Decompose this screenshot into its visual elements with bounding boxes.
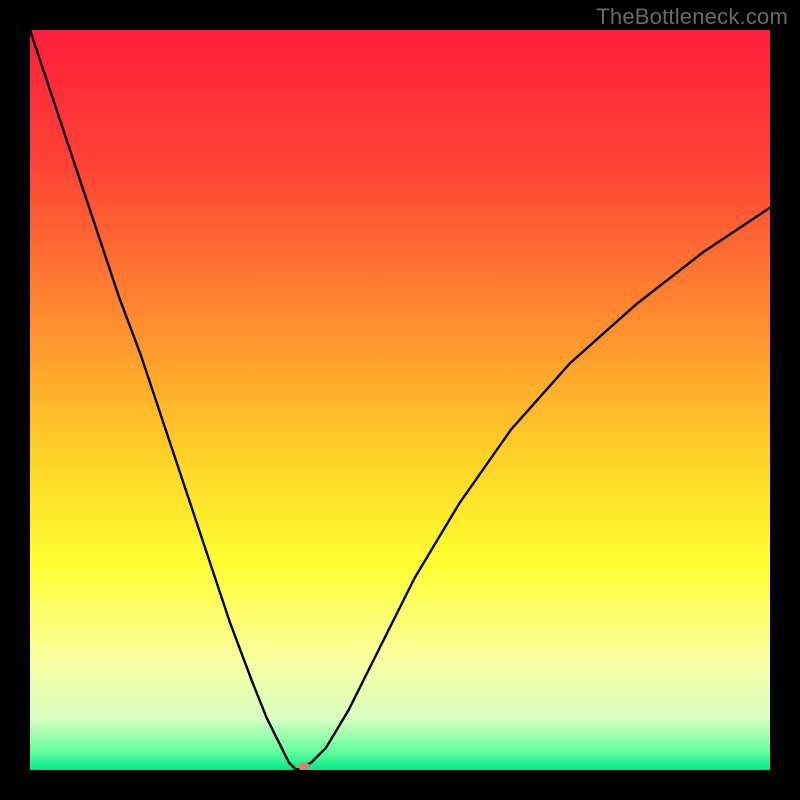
chart-area <box>30 30 770 770</box>
watermark-text: TheBottleneck.com <box>596 4 788 30</box>
chart-background <box>30 30 770 770</box>
optimum-marker <box>298 762 310 770</box>
chart-svg <box>30 30 770 770</box>
